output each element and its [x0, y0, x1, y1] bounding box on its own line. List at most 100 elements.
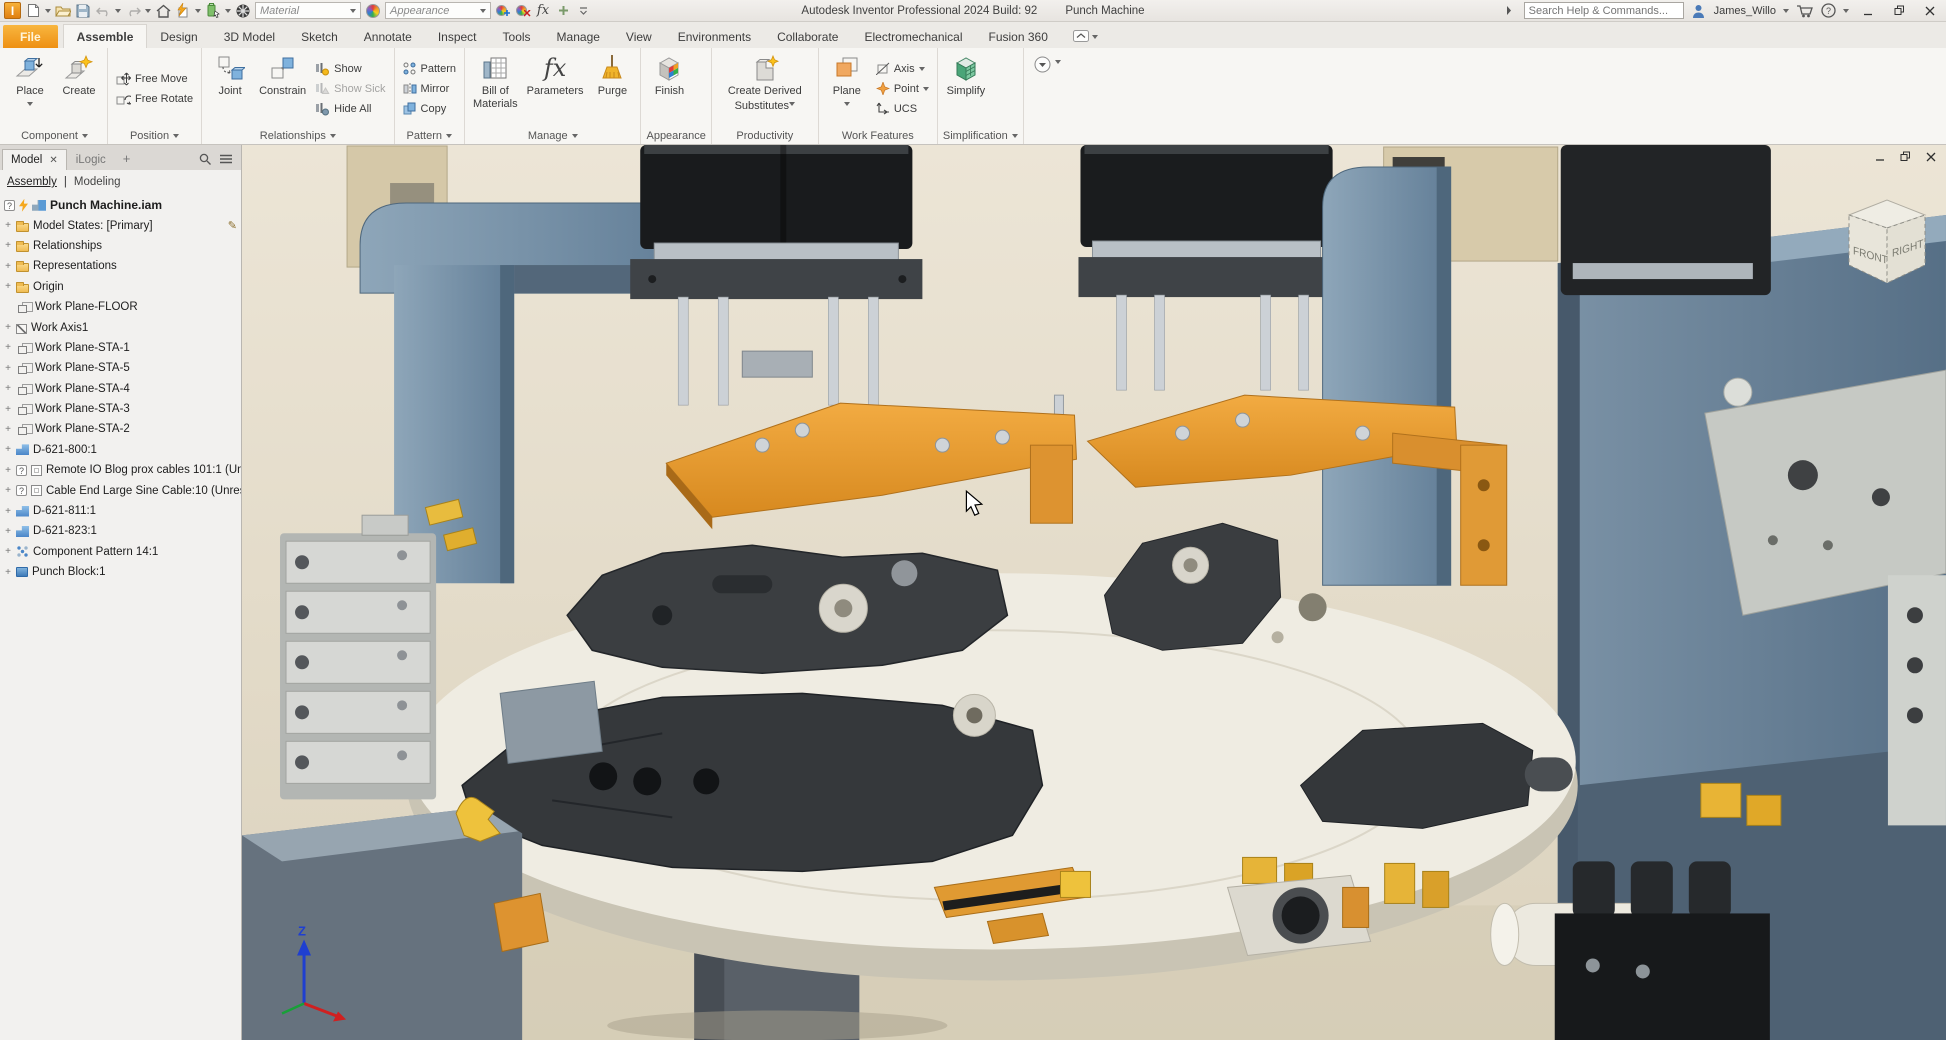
- help-icon[interactable]: ?: [1820, 2, 1836, 20]
- expand-icon[interactable]: +: [4, 526, 12, 537]
- user-name[interactable]: James_Willo: [1714, 5, 1776, 17]
- tab-sketch[interactable]: Sketch: [288, 25, 351, 48]
- panel-label-relationships[interactable]: Relationships: [207, 127, 388, 144]
- copy-button[interactable]: Copy: [400, 99, 459, 118]
- tree-item-root[interactable]: Punch Machine.iam: [2, 195, 241, 215]
- filter-assembly[interactable]: Assembly: [7, 176, 57, 188]
- quick-launch-caret[interactable]: [195, 9, 201, 16]
- expand-icon[interactable]: +: [4, 567, 12, 578]
- tree-item-component-pattern[interactable]: +Component Pattern 14:1: [2, 542, 241, 562]
- tree-item-work-axis[interactable]: +Work Axis1: [2, 317, 241, 337]
- show-sick-button[interactable]: Show Sick: [312, 79, 388, 98]
- tab-assemble[interactable]: Assemble: [63, 24, 148, 48]
- qat-customize-chevron[interactable]: [575, 2, 591, 20]
- expand-icon[interactable]: +: [4, 546, 12, 557]
- redo-icon[interactable]: [125, 2, 141, 20]
- tab-environments[interactable]: Environments: [665, 25, 764, 48]
- expand-icon[interactable]: +: [4, 424, 12, 435]
- tab-electromechanical[interactable]: Electromechanical: [851, 25, 975, 48]
- undo-icon[interactable]: [95, 2, 111, 20]
- expand-icon[interactable]: +: [4, 383, 12, 394]
- tree-item-work-plane-sta3[interactable]: +Work Plane-STA-3: [2, 399, 241, 419]
- tab-3d-model[interactable]: 3D Model: [211, 25, 288, 48]
- expand-icon[interactable]: +: [4, 281, 12, 292]
- create-derived-substitutes-button[interactable]: Create DerivedSubstitutes: [717, 50, 813, 127]
- tree-item-work-plane-sta4[interactable]: +Work Plane-STA-4: [2, 379, 241, 399]
- select-tool-icon[interactable]: [205, 2, 221, 20]
- tree-item-origin[interactable]: +Origin: [2, 277, 241, 297]
- purge-button[interactable]: Purge: [589, 50, 635, 127]
- expand-icon[interactable]: +: [4, 342, 12, 353]
- tab-inspect[interactable]: Inspect: [425, 25, 490, 48]
- color-wheel-icon[interactable]: [365, 2, 381, 20]
- viewport-3d-scene[interactable]: Z: [242, 145, 1946, 1040]
- tab-file[interactable]: File: [3, 25, 58, 48]
- tab-tools[interactable]: Tools: [490, 25, 544, 48]
- tree-item-d621-823[interactable]: +D-621-823:1: [2, 521, 241, 541]
- window-close-button[interactable]: [1918, 2, 1942, 20]
- tab-view[interactable]: View: [613, 25, 665, 48]
- axis-button[interactable]: Axis: [873, 59, 932, 78]
- browser-tab-model[interactable]: Model✕: [2, 149, 67, 170]
- expand-icon[interactable]: +: [4, 465, 12, 476]
- doc-close-button[interactable]: [1926, 152, 1936, 162]
- add-icon[interactable]: [555, 2, 571, 20]
- doc-restore-button[interactable]: [1900, 151, 1911, 162]
- tree-item-work-plane-sta2[interactable]: +Work Plane-STA-2: [2, 419, 241, 439]
- ribbon-collapse-button[interactable]: [1073, 30, 1098, 48]
- panel-label-position[interactable]: Position: [113, 127, 196, 144]
- free-rotate-button[interactable]: Free Rotate: [113, 89, 196, 108]
- appearance-combo[interactable]: Appearance: [385, 2, 491, 19]
- help-search-input[interactable]: [1524, 2, 1684, 19]
- panel-label-work-features[interactable]: Work Features: [824, 127, 932, 144]
- adjust-appearance-icon[interactable]: [495, 2, 511, 20]
- expand-icon[interactable]: +: [4, 220, 12, 231]
- tree-item-work-plane-sta5[interactable]: +Work Plane-STA-5: [2, 358, 241, 378]
- help-caret[interactable]: [1843, 9, 1849, 16]
- place-button[interactable]: Place: [7, 50, 53, 127]
- expand-icon[interactable]: +: [4, 485, 12, 496]
- free-move-button[interactable]: Free Move: [113, 69, 196, 88]
- tree-item-d621-800[interactable]: +D-621-800:1: [2, 440, 241, 460]
- tree-item-model-states[interactable]: +Model States: [Primary]: [2, 215, 241, 235]
- joint-button[interactable]: Joint: [207, 50, 253, 127]
- tree-item-punch-block[interactable]: +Punch Block:1: [2, 562, 241, 582]
- parameters-button[interactable]: fxParameters: [524, 50, 587, 127]
- tree-item-representations[interactable]: +Representations: [2, 256, 241, 276]
- constrain-button[interactable]: Constrain: [256, 50, 309, 127]
- open-icon[interactable]: [55, 2, 71, 20]
- mirror-button[interactable]: Mirror: [400, 79, 459, 98]
- expand-icon[interactable]: +: [4, 404, 12, 415]
- browser-tab-ilogic[interactable]: iLogic: [68, 150, 114, 170]
- expand-icon[interactable]: +: [4, 506, 12, 517]
- filter-modeling[interactable]: Modeling: [74, 176, 121, 188]
- store-cart-icon[interactable]: [1796, 2, 1813, 20]
- point-button[interactable]: Point: [873, 79, 932, 98]
- browser-menu-icon[interactable]: [220, 154, 232, 164]
- quick-launch-icon[interactable]: [175, 2, 191, 20]
- expand-icon[interactable]: +: [4, 363, 12, 374]
- tree-item-remote-io[interactable]: +Remote IO Blog prox cables 101:1 (Unr: [2, 460, 241, 480]
- window-restore-button[interactable]: [1887, 2, 1911, 20]
- tab-collaborate[interactable]: Collaborate: [764, 25, 851, 48]
- expand-icon[interactable]: +: [4, 322, 12, 333]
- show-button[interactable]: Show: [312, 59, 388, 78]
- user-avatar-icon[interactable]: [1691, 2, 1707, 20]
- simplify-button[interactable]: Simplify: [943, 50, 989, 127]
- viewport[interactable]: Z FRONT RIGHT: [242, 145, 1946, 1040]
- expand-icon[interactable]: +: [4, 261, 12, 272]
- redo-caret[interactable]: [145, 9, 151, 16]
- bill-of-materials-button[interactable]: Bill ofMaterials: [470, 50, 521, 127]
- parameters-fx-icon[interactable]: fx: [535, 2, 551, 20]
- panel-label-simplification[interactable]: Simplification: [943, 127, 1018, 144]
- doc-minimize-button[interactable]: [1875, 152, 1885, 162]
- search-expand-arrow[interactable]: [1501, 2, 1517, 20]
- select-tool-caret[interactable]: [225, 9, 231, 16]
- expand-icon[interactable]: +: [4, 444, 12, 455]
- panel-label-manage[interactable]: Manage: [470, 127, 635, 144]
- panel-label-productivity[interactable]: Productivity: [717, 127, 813, 144]
- browser-tab-close-icon[interactable]: ✕: [49, 155, 57, 166]
- panel-label-appearance[interactable]: Appearance: [646, 127, 705, 144]
- finish-button[interactable]: Finish: [646, 50, 692, 127]
- browser-search-icon[interactable]: [199, 153, 211, 165]
